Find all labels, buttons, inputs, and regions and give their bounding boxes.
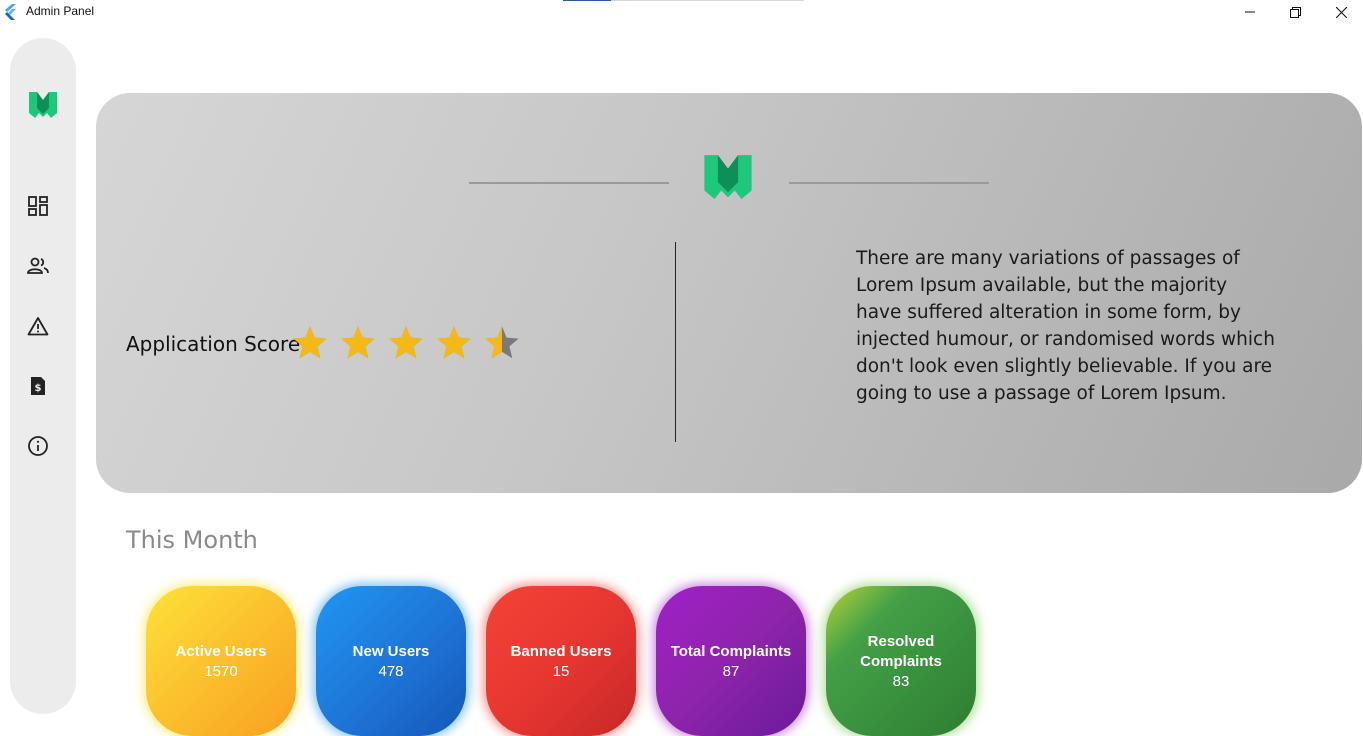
info-icon <box>28 436 48 456</box>
users-icon <box>27 257 49 274</box>
minimize-icon <box>1245 11 1255 13</box>
loading-progress-bar <box>563 0 804 1</box>
loading-progress-fill <box>563 0 612 1</box>
stat-value: 478 <box>378 663 404 680</box>
window-titlebar: Admin Panel <box>0 0 1363 24</box>
nav-complaints[interactable] <box>25 313 51 339</box>
star-filled-icon <box>437 326 471 359</box>
stat-card-active-users[interactable]: Active Users 1570 <box>146 586 296 736</box>
stat-card-total-complaints[interactable]: Total Complaints 87 <box>656 586 806 736</box>
section-title: This Month <box>126 526 258 554</box>
star-filled-icon <box>293 326 327 359</box>
rating-stars <box>291 324 521 362</box>
app-overview-card: Application Score: There are many variat… <box>96 93 1362 493</box>
svg-text:$: $ <box>35 383 42 394</box>
stat-value: 83 <box>892 673 910 690</box>
brand-logo-icon[interactable] <box>27 90 59 120</box>
stat-label: Total Complaints <box>670 643 792 660</box>
brand-logo-icon <box>704 155 752 199</box>
minimize-button[interactable] <box>1227 0 1273 24</box>
app-description: There are many variations of passages of… <box>856 248 1275 404</box>
nav-info[interactable] <box>25 433 51 459</box>
warning-icon <box>27 317 49 336</box>
application-score-label: Application Score: <box>126 332 307 356</box>
receipt-icon: $ <box>31 377 45 395</box>
stat-value: 87 <box>722 663 740 680</box>
logo-divider-left <box>469 182 669 184</box>
stat-value: 1570 <box>204 663 238 680</box>
star-half-icon <box>485 326 519 359</box>
stat-card-resolved-complaints[interactable]: Resolved Complaints 83 <box>826 586 976 736</box>
window-title: Admin Panel <box>26 4 95 18</box>
close-icon <box>1335 6 1347 18</box>
nav-payments[interactable]: $ <box>25 373 51 399</box>
stat-value: 15 <box>552 663 570 680</box>
restore-button[interactable] <box>1272 0 1318 24</box>
star-filled-icon <box>341 326 375 359</box>
close-button[interactable] <box>1318 0 1363 24</box>
flutter-icon <box>5 4 16 20</box>
dashboard-icon <box>28 196 48 216</box>
stat-label: Resolved Complaints <box>860 633 942 670</box>
restore-icon <box>1289 6 1301 18</box>
vertical-divider <box>675 242 676 442</box>
star-filled-icon <box>389 326 423 359</box>
stat-card-banned-users[interactable]: Banned Users 15 <box>486 586 636 736</box>
nav-dashboard[interactable] <box>25 193 51 219</box>
nav-users[interactable] <box>25 253 51 279</box>
stat-label: Active Users <box>175 643 267 660</box>
stat-card-new-users[interactable]: New Users 478 <box>316 586 466 736</box>
stat-label: New Users <box>352 643 430 660</box>
logo-divider-right <box>789 182 989 184</box>
stat-label: Banned Users <box>510 643 612 660</box>
sidebar: $ <box>10 38 76 714</box>
